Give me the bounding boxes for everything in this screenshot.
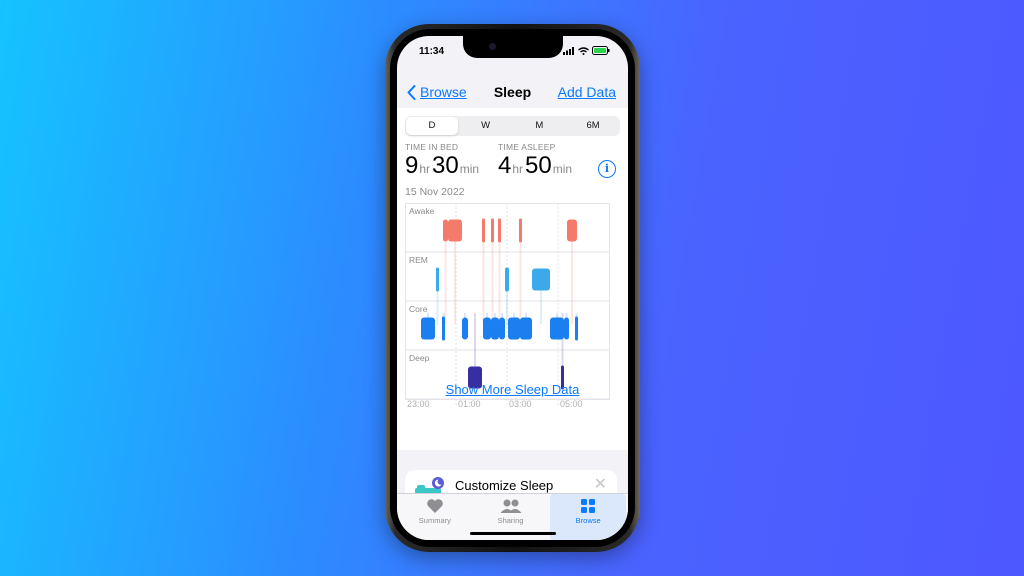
- sleep-segment-core: [442, 316, 445, 341]
- sleep-segment-awake: [498, 218, 501, 243]
- x-tick-label: 03:00: [509, 399, 532, 409]
- stage-label-rem: REM: [409, 255, 428, 265]
- asleep-minutes: 50: [525, 152, 552, 179]
- tab-browse-label: Browse: [575, 516, 601, 525]
- segment-month[interactable]: M: [514, 117, 566, 135]
- close-icon[interactable]: ✕: [594, 474, 607, 494]
- sleep-date: 15 Nov 2022: [405, 186, 465, 198]
- segment-week[interactable]: W: [460, 117, 512, 135]
- sleep-segment-core: [462, 317, 468, 340]
- asleep-hours-unit: hr: [512, 162, 524, 176]
- sleep-segment-core: [421, 317, 435, 340]
- stage-label-awake: Awake: [409, 206, 435, 216]
- customize-sleep-title: Customize Sleep: [455, 478, 554, 493]
- bed-minutes: 30: [432, 152, 459, 179]
- stage-label-deep: Deep: [409, 353, 430, 363]
- add-data-button[interactable]: Add Data: [558, 84, 616, 100]
- home-indicator: [470, 532, 556, 535]
- time-asleep-label: TIME ASLEEP: [498, 142, 556, 152]
- tab-summary[interactable]: Summary: [397, 494, 473, 540]
- tab-browse[interactable]: Browse: [550, 494, 627, 540]
- status-time: 11:34: [419, 46, 445, 57]
- camera-icon: [489, 43, 496, 50]
- sleep-card: D W M 6M TIME IN BED 9hr30min TIME ASLEE…: [397, 108, 628, 450]
- sleep-segment-rem: [532, 268, 550, 291]
- battery-icon: [592, 46, 610, 55]
- show-more-sleep-data-link[interactable]: Show More Sleep Data: [397, 382, 628, 397]
- stage-label-core: Core: [409, 304, 428, 314]
- status-icons: [563, 46, 610, 55]
- signal-icon: [563, 46, 574, 55]
- sleep-segment-core: [520, 317, 532, 340]
- wifi-icon: [578, 46, 589, 55]
- bed-hours-unit: hr: [419, 162, 431, 176]
- sleep-segment-awake: [482, 218, 485, 243]
- phone-frame: 11:34 Browse Sleep Add Data D W M 6M TIM…: [385, 24, 640, 552]
- time-in-bed-value: 9hr30min: [405, 152, 481, 180]
- sleep-segment-core: [564, 317, 569, 340]
- notch: [463, 36, 563, 58]
- sleep-segment-core: [508, 317, 520, 340]
- sleep-segment-awake: [567, 219, 577, 242]
- time-in-bed-label: TIME IN BED: [405, 142, 459, 152]
- grid-icon: [581, 499, 596, 513]
- sleep-segment-rem: [436, 267, 439, 292]
- sleep-segment-core: [575, 316, 578, 341]
- asleep-minutes-unit: min: [552, 162, 573, 176]
- nav-bar: Browse Sleep Add Data: [397, 78, 628, 108]
- phone-screen: 11:34 Browse Sleep Add Data D W M 6M TIM…: [397, 36, 628, 540]
- bed-minutes-unit: min: [459, 162, 480, 176]
- heart-icon: [427, 499, 443, 513]
- tab-summary-label: Summary: [418, 516, 451, 525]
- sleep-segment-core: [483, 317, 491, 340]
- sleep-segment-rem: [505, 267, 509, 292]
- sleep-segment-core: [550, 317, 564, 340]
- sleep-segment-awake: [491, 218, 494, 243]
- asleep-hours: 4: [498, 152, 512, 179]
- x-tick-label: 23:00: [407, 399, 430, 409]
- sleep-segment-core: [499, 317, 505, 340]
- tab-sharing-label: Sharing: [497, 516, 524, 525]
- x-tick-label: 01:00: [458, 399, 481, 409]
- sleep-segment-core: [491, 317, 499, 340]
- sleep-segment-awake: [443, 219, 448, 242]
- period-segmented-control: D W M 6M: [405, 116, 620, 136]
- x-tick-label: 05:00: [560, 399, 583, 409]
- time-asleep-value: 4hr50min: [498, 152, 574, 180]
- info-icon[interactable]: i: [598, 160, 616, 178]
- people-icon: [500, 499, 521, 513]
- segment-six-months[interactable]: 6M: [567, 117, 619, 135]
- segment-day[interactable]: D: [406, 117, 458, 135]
- sleep-segment-awake: [448, 219, 462, 242]
- bed-hours: 9: [405, 152, 419, 179]
- sleep-segment-awake: [519, 218, 522, 243]
